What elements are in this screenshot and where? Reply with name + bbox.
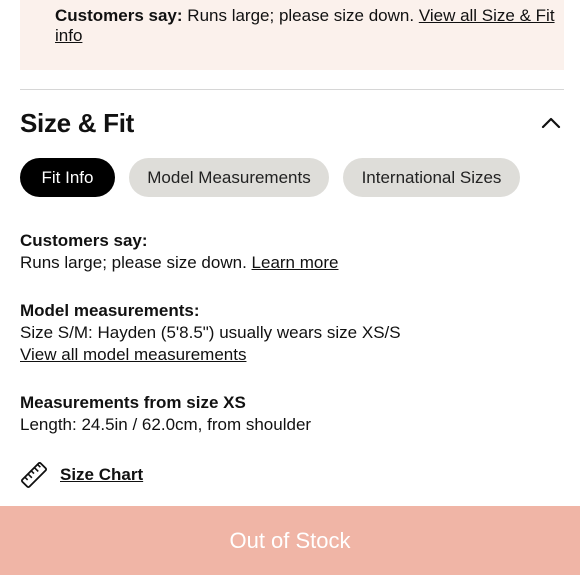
measurements-block: Measurements from size XS Length: 24.5in… [20, 392, 311, 436]
size-fit-title: Size & Fit [20, 108, 135, 138]
notice-customers-say-text: Runs large; please size down. [182, 6, 419, 25]
section-divider [20, 89, 564, 90]
learn-more-link[interactable]: Learn more [252, 253, 339, 272]
customers-say-heading: Customers say: [20, 231, 148, 250]
tab-model-measurements[interactable]: Model Measurements [129, 158, 329, 197]
ruler-icon [20, 461, 48, 489]
model-measurements-block: Model measurements: Size S/M: Hayden (5'… [20, 300, 401, 366]
size-chart-label[interactable]: Size Chart [60, 465, 143, 485]
customers-say-line: Runs large; please size down. Learn more [20, 252, 338, 274]
measurements-text: Length: 24.5in / 62.0cm, from shoulder [20, 415, 312, 434]
chevron-up-icon[interactable] [539, 111, 563, 135]
size-chart-link[interactable]: Size Chart [20, 461, 143, 489]
measurements-heading: Measurements from size XS [20, 393, 246, 412]
tab-international-sizes[interactable]: International Sizes [343, 158, 520, 197]
customers-say-block: Customers say: Runs large; please size d… [20, 230, 338, 274]
size-fit-page: Customers say: Runs large; please size d… [0, 0, 580, 580]
view-all-model-measurements-link[interactable]: View all model measurements [20, 344, 401, 366]
model-measurements-text: Size S/M: Hayden (5'8.5") usually wears … [20, 323, 401, 342]
out-of-stock-button[interactable]: Out of Stock [0, 506, 580, 575]
tab-fit-info[interactable]: Fit Info [20, 158, 115, 197]
model-measurements-heading: Model measurements: [20, 301, 200, 320]
notice-customers-say-label: Customers say: [55, 6, 183, 25]
customers-say-notice: Customers say: Runs large; please size d… [20, 0, 564, 70]
customers-say-text: Runs large; please size down. [20, 253, 252, 272]
